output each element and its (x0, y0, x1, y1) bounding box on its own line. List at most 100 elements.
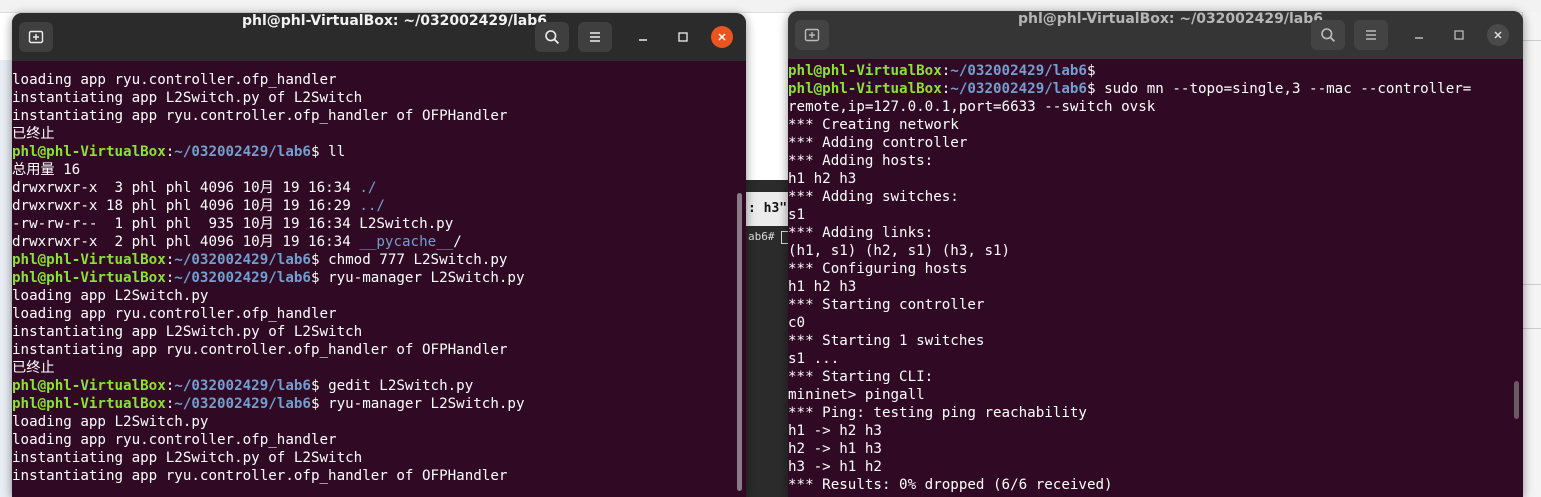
output-text: *** Results: 0% dropped (6/6 received) (788, 477, 1113, 493)
output-text: h1 h2 h3 (788, 279, 857, 295)
window-title: phl@phl-VirtualBox: ~/032002429/lab6 (242, 13, 547, 29)
close-button[interactable] (1487, 24, 1509, 46)
terminal-line: h1 h2 h3 (788, 170, 1523, 188)
menu-button[interactable] (578, 22, 612, 52)
titlebar[interactable]: phl@phl-VirtualBox: ~/032002429/lab6 (12, 13, 746, 61)
output-text: instantiating app L2Switch.py of L2Switc… (12, 324, 363, 340)
prompt-path: ~/032002429/lab6 (174, 252, 311, 268)
prompt-path: ~/032002429/lab6 (950, 81, 1087, 97)
output-text: *** Starting 1 switches (788, 333, 985, 349)
output-text: loading app L2Switch.py (12, 288, 209, 304)
new-tab-icon (28, 30, 44, 44)
output-text: h1 -> h2 h3 (788, 423, 882, 439)
command-text: ryu-manager L2Switch.py (328, 270, 525, 286)
terminal-line: phl@phl-VirtualBox:~/032002429/lab6$ ryu… (12, 396, 525, 412)
close-icon (1494, 31, 1502, 39)
prompt-user: phl@phl-VirtualBox (12, 252, 166, 268)
background-terminal-title: : h3" (746, 192, 790, 226)
terminal-line: loading app ryu.controller.ofp_handler (12, 305, 746, 323)
window-title: phl@phl-VirtualBox: ~/032002429/lab6 (1018, 11, 1323, 27)
output-text: h2 -> h1 h3 (788, 441, 882, 457)
maximize-button[interactable] (1448, 24, 1470, 46)
output-text: *** Adding links: (788, 225, 934, 241)
new-tab-button[interactable] (795, 20, 829, 50)
maximize-icon (1454, 30, 1464, 40)
terminal-line: 总用量 16 (12, 161, 746, 179)
terminal-line: loading app L2Switch.py (12, 413, 746, 431)
scrollbar-thumb[interactable] (737, 193, 742, 491)
output-text: (h1, s1) (h2, s1) (h3, s1) (788, 243, 1011, 259)
new-tab-button[interactable] (19, 22, 53, 52)
terminal-line: phl@phl-VirtualBox:~/032002429/lab6$ sud… (788, 81, 1472, 97)
titlebar[interactable]: phl@phl-VirtualBox: ~/032002429/lab6 (788, 11, 1523, 59)
output-text: s1 (788, 207, 806, 223)
search-button[interactable] (535, 22, 569, 52)
output-text: *** Ping: testing ping reachability (788, 405, 1087, 421)
scrollbar-thumb[interactable] (1514, 381, 1519, 419)
search-button[interactable] (1311, 20, 1345, 50)
prompt-path: ~/032002429/lab6 (950, 63, 1087, 79)
maximize-icon (678, 32, 688, 42)
ls-entry-suffix: / (453, 234, 462, 250)
ls-entry-meta: drwxrwxr-x 18 phl phl 4096 10月 19 16:29 (12, 198, 360, 214)
terminal-line: *** Creating network (788, 116, 1523, 134)
ls-entry-meta: drwxrwxr-x 3 phl phl 4096 10月 19 16:34 (12, 180, 360, 196)
terminal-line: phl@phl-VirtualBox:~/032002429/lab6$ (788, 63, 1105, 79)
prompt-user: phl@phl-VirtualBox (12, 270, 166, 286)
terminal-line: (h1, s1) (h2, s1) (h3, s1) (788, 242, 1523, 260)
prompt-user: phl@phl-VirtualBox (788, 81, 942, 97)
output-text: mininet> pingall (788, 387, 925, 403)
output-text: *** Starting CLI: (788, 369, 934, 385)
minimize-button[interactable] (1408, 24, 1430, 46)
ls-entry-name: ./ (359, 180, 377, 196)
terminal-window-right[interactable]: phl@phl-VirtualBox: ~/032002429/lab6 phl… (788, 11, 1523, 497)
hamburger-menu-icon (1366, 30, 1376, 40)
prompt-path: ~/032002429/lab6 (174, 270, 311, 286)
terminal-line: instantiating app ryu.controller.ofp_han… (12, 107, 746, 125)
terminal-output[interactable]: phl@phl-VirtualBox:~/032002429/lab6$ phl… (788, 62, 1523, 497)
output-text: *** Configuring hosts (788, 261, 968, 277)
terminal-window-left[interactable]: phl@phl-VirtualBox: ~/032002429/lab6 loa… (12, 13, 746, 497)
background-side-panel (1522, 12, 1541, 497)
output-text: *** Adding hosts: (788, 153, 934, 169)
terminal-line: s1 (788, 206, 1523, 224)
terminal-line: *** Configuring hosts (788, 260, 1523, 278)
terminal-line: *** Adding controller (788, 134, 1523, 152)
prompt-path: ~/032002429/lab6 (174, 378, 311, 394)
maximize-button[interactable] (672, 26, 694, 48)
command-text: gedit L2Switch.py (328, 378, 474, 394)
terminal-line: s1 ... (788, 350, 1523, 368)
close-button[interactable] (711, 26, 733, 48)
output-text: c0 (788, 315, 806, 331)
minimize-button[interactable] (632, 26, 654, 48)
terminal-line: h1 -> h2 h3 (788, 422, 1523, 440)
output-text: -rw-rw-r-- 1 phl phl 935 10月 19 16:34 L2… (12, 216, 454, 232)
terminal-output[interactable]: loading app ryu.controller.ofp_handler in… (12, 71, 746, 497)
minimize-icon (639, 39, 647, 41)
new-tab-icon (804, 28, 820, 42)
output-text: instantiating app L2Switch.py of L2Switc… (12, 90, 363, 106)
output-text: h1 h2 h3 (788, 171, 857, 187)
output-text: instantiating app ryu.controller.ofp_han… (12, 108, 508, 124)
ls-entry-name: __pycache__ (359, 234, 454, 250)
menu-button[interactable] (1354, 20, 1388, 50)
terminal-line: instantiating app L2Switch.py of L2Switc… (12, 323, 746, 341)
prompt-path: ~/032002429/lab6 (174, 144, 311, 160)
terminal-line: phl@phl-VirtualBox:~/032002429/lab6$ chm… (12, 252, 508, 268)
terminal-line: drwxrwxr-x 18 phl phl 4096 10月 19 16:29 … (12, 197, 746, 215)
command-text: sudo mn --topo=single,3 --mac --controll… (1104, 81, 1472, 97)
terminal-line: phl@phl-VirtualBox:~/032002429/lab6$ ged… (12, 378, 474, 394)
output-text: loading app L2Switch.py (12, 414, 209, 430)
terminal-line: mininet> pingall (788, 386, 1523, 404)
search-icon (1321, 28, 1336, 43)
terminal-line: drwxrwxr-x 3 phl phl 4096 10月 19 16:34 .… (12, 179, 746, 197)
output-text: 总用量 16 (12, 162, 81, 178)
terminal-line: phl@phl-VirtualBox:~/032002429/lab6$ ll (12, 144, 346, 160)
terminal-line: *** Starting controller (788, 296, 1523, 314)
output-text: *** Creating network (788, 117, 959, 133)
terminal-line: loading app ryu.controller.ofp_handler (12, 431, 746, 449)
output-text: *** Adding switches: (788, 189, 959, 205)
prompt-user: phl@phl-VirtualBox (12, 396, 166, 412)
terminal-line: instantiating app ryu.controller.ofp_han… (12, 341, 746, 359)
command-text: chmod 777 L2Switch.py (328, 252, 508, 268)
